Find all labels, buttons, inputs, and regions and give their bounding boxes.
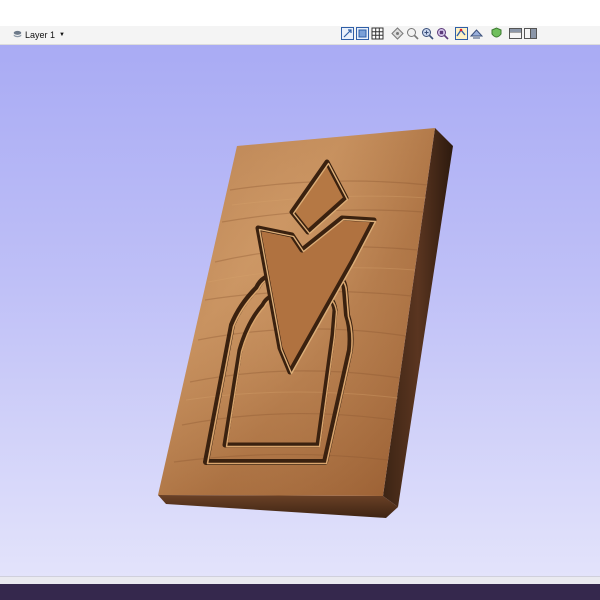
show-model-icon[interactable] (470, 27, 483, 40)
chevron-down-icon: ▼ (59, 31, 65, 38)
viewport-bottom-strip (0, 576, 600, 584)
application-window: Layer 1 ▼ (0, 0, 600, 600)
view-iso-icon[interactable] (356, 27, 369, 40)
shaded-material-icon[interactable] (490, 27, 503, 40)
layer-selector[interactable]: Layer 1 ▼ (13, 27, 65, 42)
3d-viewport[interactable] (0, 45, 600, 576)
grid-icon[interactable] (371, 27, 384, 40)
view-toolbar: Layer 1 ▼ (0, 26, 600, 45)
3d-model-view (158, 128, 453, 518)
zoom-selected-icon[interactable] (436, 27, 449, 40)
layout-horizontal-icon[interactable] (509, 27, 522, 40)
zoom-in-icon[interactable] (421, 27, 434, 40)
status-bar (0, 584, 600, 600)
show-toolpath-icon[interactable] (455, 27, 468, 40)
layout-vertical-icon[interactable] (524, 27, 537, 40)
layer-name: Layer 1 (25, 29, 56, 40)
layers-icon (13, 30, 22, 39)
center-view-icon[interactable] (391, 27, 404, 40)
view-top-icon[interactable] (341, 27, 354, 40)
plaque-bottom-edge (158, 495, 398, 518)
title-bar (0, 0, 600, 26)
zoom-fit-icon[interactable] (406, 27, 419, 40)
